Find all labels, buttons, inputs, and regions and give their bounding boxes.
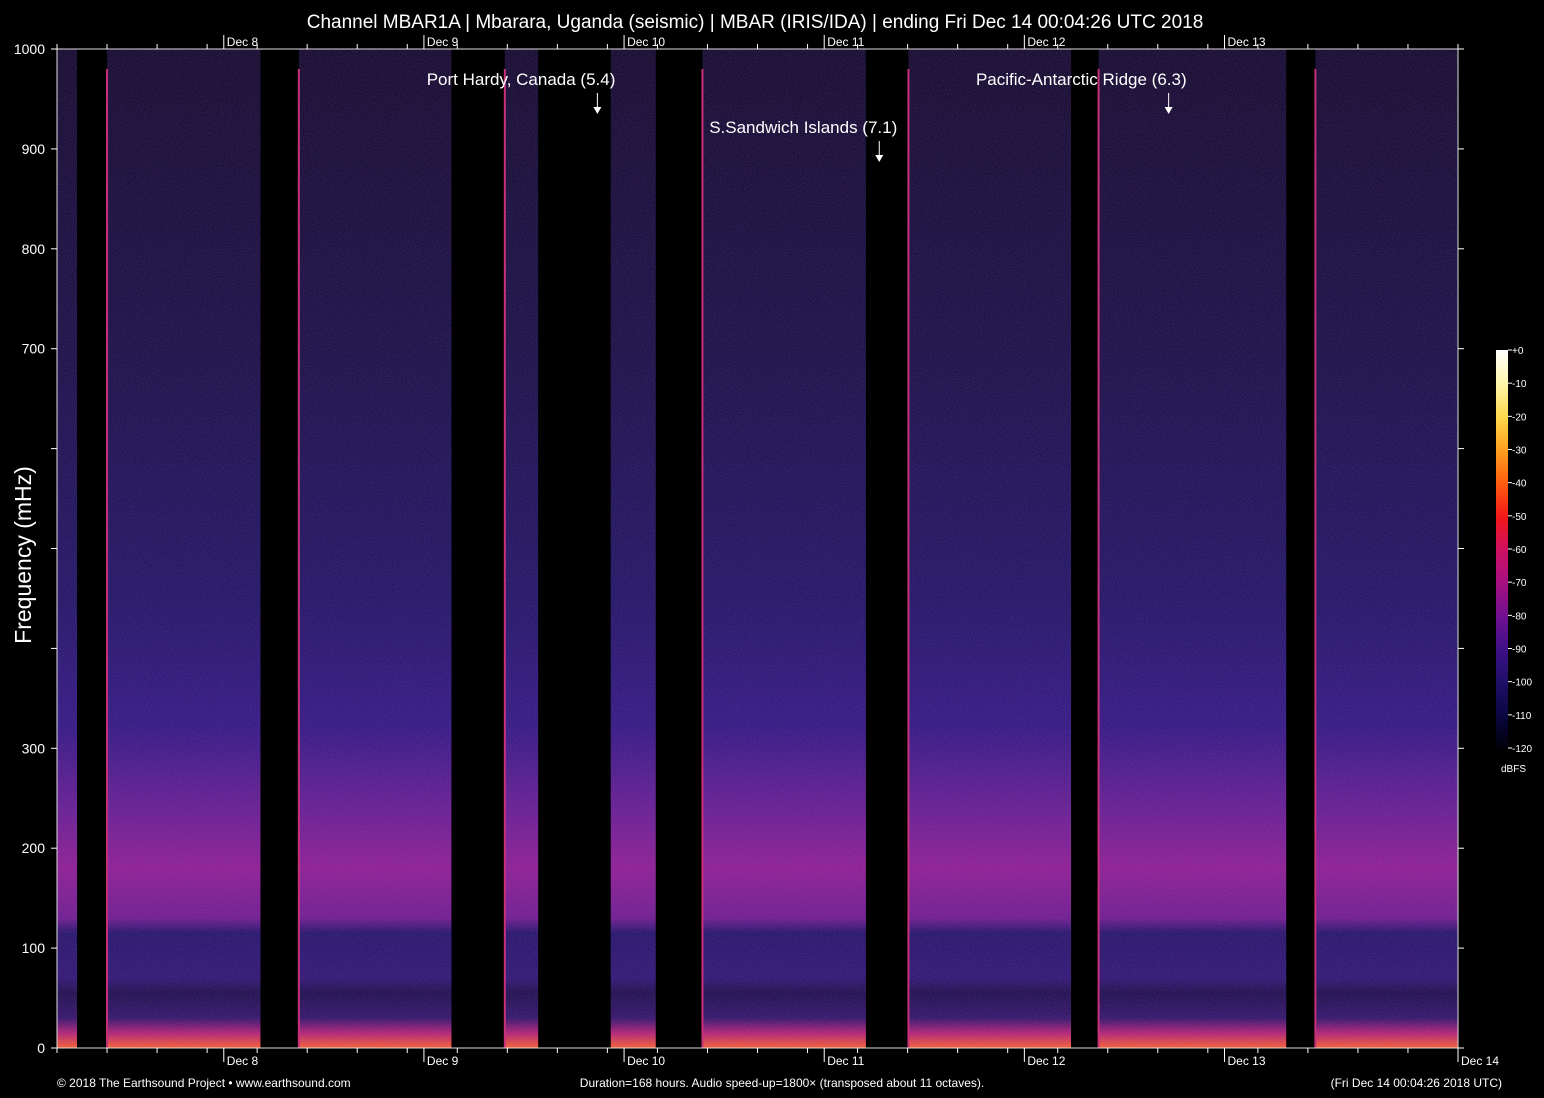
chart-title: Channel MBAR1A | Mbarara, Uganda (seismi… xyxy=(307,12,1204,33)
plot-area xyxy=(57,49,1458,1048)
colorbar-tick-label: -110 xyxy=(1512,711,1532,722)
x-tick-label-top: Dec 13 xyxy=(1228,35,1266,49)
x-tick-label-top: Dec 11 xyxy=(827,35,864,49)
footer-copyright: © 2018 The Earthsound Project • www.eart… xyxy=(57,1076,351,1090)
colorbar-tick-label: -50 xyxy=(1512,512,1527,523)
y-tick-label: 800 xyxy=(22,241,46,257)
x-tick-label-top: Dec 9 xyxy=(427,35,459,49)
x-tick-label: Dec 10 xyxy=(627,1054,665,1068)
x-tick-label-top: Dec 12 xyxy=(1027,35,1065,49)
x-tick-label-top: Dec 8 xyxy=(227,35,259,49)
colorbar-tick-label: -30 xyxy=(1512,446,1527,457)
colorbar-tick-label: +0 xyxy=(1512,346,1524,357)
colorbar-tick-label: -70 xyxy=(1512,578,1527,589)
colorbar-tick-label: -40 xyxy=(1512,479,1527,490)
x-tick-label: Dec 11 xyxy=(827,1054,864,1068)
data-gap xyxy=(865,49,909,1048)
x-tick-label: Dec 8 xyxy=(227,1054,259,1068)
spectrogram-chart: Channel MBAR1A | Mbarara, Uganda (seismi… xyxy=(10,12,1532,1090)
colorbar-tick-label: -90 xyxy=(1512,645,1527,656)
colorbar-tick-label: -20 xyxy=(1512,412,1527,423)
colorbar-tick-label: -80 xyxy=(1512,611,1527,622)
y-tick-label: 100 xyxy=(22,940,46,956)
x-tick-label-top: Dec 10 xyxy=(627,35,665,49)
y-tick-label: 900 xyxy=(22,141,46,157)
x-tick-label: Dec 9 xyxy=(427,1054,459,1068)
colorbar-tick-label: -10 xyxy=(1512,379,1527,390)
data-gap xyxy=(77,49,108,1048)
x-tick-label: Dec 12 xyxy=(1027,1054,1065,1068)
data-gap xyxy=(260,49,299,1048)
y-axis-label: Frequency (mHz) xyxy=(10,466,36,644)
event-label: Port Hardy, Canada (5.4) xyxy=(427,70,616,89)
footer-timestamp: (Fri Dec 14 00:04:26 2018 UTC) xyxy=(1331,1076,1502,1090)
colorbar: +0 -10 -20 -30 -40 -50 -60 -70 -80 -90 -100 -110 -12… xyxy=(1496,346,1532,775)
y-tick-label: 0 xyxy=(37,1040,45,1056)
y-tick-label: 700 xyxy=(22,341,46,357)
y-tick-label: 1000 xyxy=(14,41,45,57)
data-gap xyxy=(538,49,611,1048)
y-tick-label: 300 xyxy=(22,740,46,756)
colorbar-tick-label: -120 xyxy=(1512,744,1532,755)
colorbar-gradient xyxy=(1496,350,1508,748)
colorbar-unit: dBFS xyxy=(1501,764,1526,775)
colorbar-tick-label: -100 xyxy=(1512,678,1532,689)
event-label: Pacific-Antarctic Ridge (6.3) xyxy=(976,70,1187,89)
x-tick-label: Dec 14 xyxy=(1461,1054,1499,1068)
data-gap xyxy=(451,49,505,1048)
x-tick-label: Dec 13 xyxy=(1228,1054,1266,1068)
event-label: S.Sandwich Islands (7.1) xyxy=(709,118,897,137)
data-gap xyxy=(1286,49,1316,1048)
y-tick-label: 200 xyxy=(22,840,46,856)
footer-duration: Duration=168 hours. Audio speed-up=1800×… xyxy=(580,1076,984,1090)
data-gap xyxy=(1071,49,1099,1048)
colorbar-tick-label: -60 xyxy=(1512,545,1527,556)
data-gap xyxy=(655,49,703,1048)
